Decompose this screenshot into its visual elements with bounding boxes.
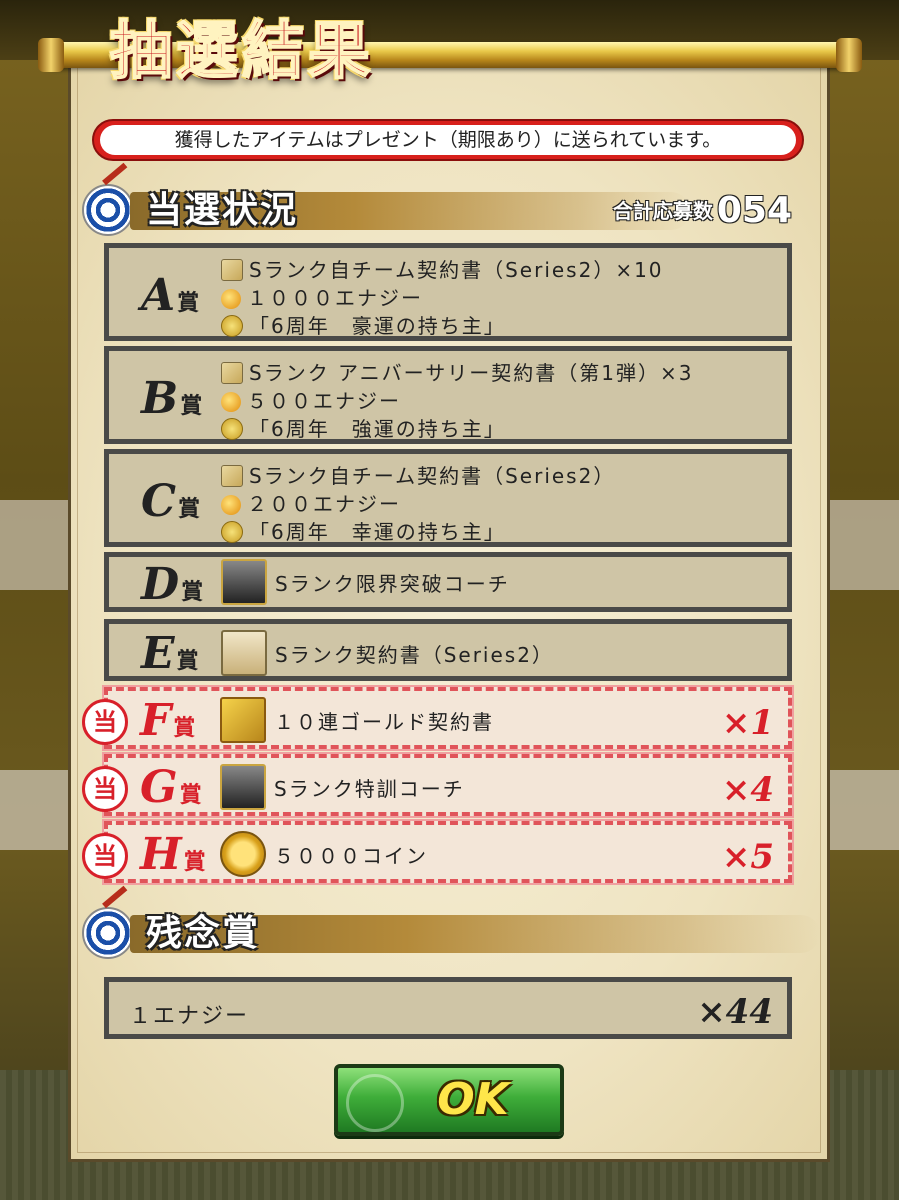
prize-grade-c: C賞 bbox=[141, 476, 201, 527]
status-section-title: 当選状況 bbox=[146, 189, 299, 231]
prize-f-quantity: ×1 bbox=[721, 703, 774, 743]
prize-grade-f: F賞 bbox=[140, 695, 196, 746]
book-icon bbox=[221, 259, 243, 281]
prize-c-line-1: Sランク自チーム契約書（Series2） bbox=[221, 460, 615, 489]
consolation-item: １エナジー bbox=[129, 1004, 250, 1029]
prize-c-line-2: ２００エナジー bbox=[221, 488, 401, 517]
prize-grade-h: H賞 bbox=[140, 829, 206, 880]
page-title: 抽選結果 bbox=[109, 13, 375, 88]
coach-icon bbox=[221, 559, 267, 605]
book-icon bbox=[221, 465, 243, 487]
prize-c-line-3: 「6周年 幸運の持ち主」 bbox=[221, 516, 506, 545]
won-seal: 当 bbox=[82, 766, 128, 812]
special-icon bbox=[221, 418, 243, 440]
prize-b-line-1: Sランク アニバーサリー契約書（第1弾）×3 bbox=[221, 357, 693, 386]
consolation-section-header: 残念賞 bbox=[80, 903, 820, 963]
prize-b-line-2: ５００エナジー bbox=[221, 385, 401, 414]
consolation-row: １エナジー ×44 bbox=[104, 977, 792, 1039]
entry-count-value: 054 bbox=[716, 190, 792, 231]
consolation-section-title: 残念賞 bbox=[146, 912, 261, 954]
emblem-icon bbox=[346, 1074, 404, 1132]
prize-grade-e: E賞 bbox=[141, 628, 199, 679]
energy-icon bbox=[221, 392, 241, 412]
prize-a-line-3: 「6周年 豪運の持ち主」 bbox=[221, 310, 506, 339]
notice-banner: 獲得したアイテムはプレゼント（期限あり）に送られています。 bbox=[92, 119, 804, 161]
target-icon bbox=[82, 907, 134, 959]
consolation-quantity: ×44 bbox=[697, 992, 773, 1032]
book-icon bbox=[221, 362, 243, 384]
special-icon bbox=[221, 315, 243, 337]
prize-grade-d: D賞 bbox=[141, 559, 204, 610]
prize-row-a: A賞 Sランク自チーム契約書（Series2）×10 １０００エナジー 「6周年… bbox=[104, 243, 792, 341]
series-book-icon bbox=[221, 630, 267, 676]
prize-a-line-1: Sランク自チーム契約書（Series2）×10 bbox=[221, 254, 664, 283]
prize-grade-a: A賞 bbox=[141, 270, 200, 321]
entry-count: 合計応募数 054 bbox=[613, 190, 792, 231]
prize-row-f: 当 F賞 １０連ゴールド契約書 ×1 bbox=[82, 685, 794, 751]
special-icon bbox=[221, 521, 243, 543]
scroll-rod-end-left bbox=[38, 38, 64, 72]
prize-f-line-1: １０連ゴールド契約書 bbox=[220, 697, 494, 743]
prize-g-quantity: ×4 bbox=[721, 770, 774, 810]
won-seal: 当 bbox=[82, 699, 128, 745]
prize-grade-g: G賞 bbox=[140, 762, 202, 813]
prize-row-b: B賞 Sランク アニバーサリー契約書（第1弾）×3 ５００エナジー 「6周年 強… bbox=[104, 346, 792, 444]
gold-contract-icon bbox=[220, 697, 266, 743]
prize-b-line-3: 「6周年 強運の持ち主」 bbox=[221, 413, 506, 442]
prize-row-d: D賞 Sランク限界突破コーチ bbox=[104, 552, 792, 612]
scroll-rod-end-right bbox=[836, 38, 862, 72]
entry-count-label: 合計応募数 bbox=[612, 199, 713, 223]
coach-icon bbox=[220, 764, 266, 810]
prize-row-g: 当 G賞 Sランク特訓コーチ ×4 bbox=[82, 752, 794, 818]
notice-text: 獲得したアイテムはプレゼント（期限あり）に送られています。 bbox=[100, 125, 796, 155]
prize-grade-b: B賞 bbox=[141, 373, 203, 424]
prize-row-e: E賞 Sランク契約書（Series2） bbox=[104, 619, 792, 681]
won-seal: 当 bbox=[82, 833, 128, 879]
prize-e-line-1: Sランク契約書（Series2） bbox=[221, 630, 554, 676]
ok-button-label: OK bbox=[437, 1074, 509, 1125]
prize-row-h: 当 H賞 ５０００コイン ×5 bbox=[82, 819, 794, 885]
status-section-header: 当選状況 合計応募数 054 bbox=[80, 180, 792, 240]
ok-button[interactable]: OK bbox=[334, 1064, 564, 1136]
coin-icon bbox=[220, 831, 266, 877]
prize-row-c: C賞 Sランク自チーム契約書（Series2） ２００エナジー 「6周年 幸運の… bbox=[104, 449, 792, 547]
energy-icon bbox=[221, 495, 241, 515]
prize-g-line-1: Sランク特訓コーチ bbox=[220, 764, 465, 810]
prize-h-quantity: ×5 bbox=[721, 837, 774, 877]
energy-icon bbox=[221, 289, 241, 309]
prize-d-line-1: Sランク限界突破コーチ bbox=[221, 559, 510, 605]
prize-a-line-2: １０００エナジー bbox=[221, 282, 423, 311]
target-icon bbox=[82, 184, 134, 236]
prize-h-line-1: ５０００コイン bbox=[220, 831, 428, 877]
